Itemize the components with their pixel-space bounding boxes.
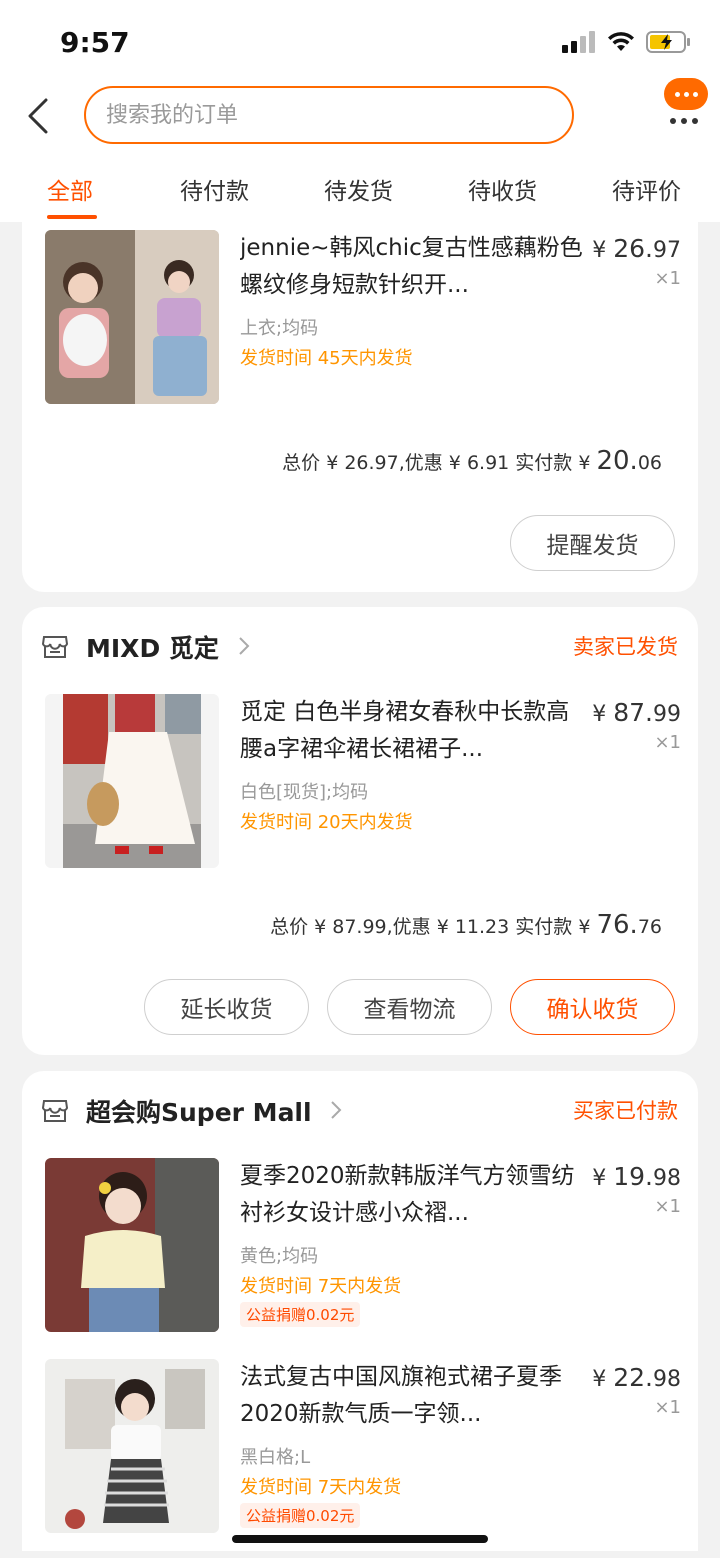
order-item[interactable]: 法式复古中国风旗袍式裙子夏季2020新款气质一字领... ¥ 22.98 ×1 … [45,1359,681,1534]
home-indicator[interactable] [232,1535,488,1543]
back-button[interactable] [18,94,58,138]
store-icon [42,636,68,658]
shipping-time: 发货时间 7天内发货 [240,1477,402,1498]
product-quantity: ×1 [654,1397,681,1418]
status-time: 9:57 [60,26,130,59]
tab-pending-receipt[interactable]: 待收货 [468,172,537,206]
shop-header[interactable]: 超会购Super Mall 买家已付款 [42,1093,678,1129]
remind-shipment-button[interactable]: 提醒发货 [510,515,675,571]
message-bubble-icon[interactable] [664,78,708,110]
order-card: jennie~韩风chic复古性感藕粉色螺纹修身短款针织开... ¥ 26.97… [22,220,698,592]
order-card: MIXD 觅定 卖家已发货 觅定 白色半身裙女春秋中长款高腰a字裙伞裙长裙裙子.… [22,607,698,1055]
chevron-right-icon [331,1101,342,1119]
product-spec: 黑白格;L [240,1447,311,1468]
shop-name[interactable]: MIXD 觅定 [86,629,219,665]
store-icon [42,1100,68,1122]
tab-all[interactable]: 全部 [47,172,93,206]
signal-icon [562,31,595,53]
product-title[interactable]: 法式复古中国风旗袍式裙子夏季2020新款气质一字领... [240,1359,585,1433]
search-input[interactable] [86,88,572,142]
tab-pending-review[interactable]: 待评价 [612,172,681,206]
order-status: 买家已付款 [573,1099,678,1123]
product-price: ¥ 87.99 [592,698,681,727]
order-tabs: 全部 待付款 待发货 待收货 待评价 [0,154,720,222]
status-bar: 9:57 [0,0,720,84]
product-image[interactable] [45,1158,219,1332]
order-summary: 总价 ¥ 87.99,优惠 ¥ 11.23 实付款 ¥ 76.76 [270,910,662,940]
product-spec: 上衣;均码 [240,318,319,339]
confirm-receipt-button[interactable]: 确认收货 [510,979,675,1035]
product-price: ¥ 19.98 [592,1162,681,1191]
product-quantity: ×1 [654,1196,681,1217]
product-title[interactable]: 夏季2020新款韩版洋气方领雪纺衬衫女设计感小众褶... [240,1158,585,1232]
more-button[interactable] [664,78,708,148]
shipping-time: 发货时间 20天内发货 [240,812,413,833]
order-card: 超会购Super Mall 买家已付款 夏季2020新款韩版洋气方领雪纺衬衫女设… [22,1071,698,1551]
wifi-icon [608,32,634,51]
shop-header[interactable]: MIXD 觅定 卖家已发货 [42,629,678,665]
order-summary: 总价 ¥ 26.97,优惠 ¥ 6.91 实付款 ¥ 20.06 [282,446,662,476]
order-status: 卖家已发货 [573,635,678,659]
battery-charging-icon [646,31,690,53]
header [0,78,720,154]
product-image[interactable] [45,694,219,868]
order-item[interactable]: jennie~韩风chic复古性感藕粉色螺纹修身短款针织开... ¥ 26.97… [45,230,681,405]
search-box[interactable] [84,86,574,144]
shipping-time: 发货时间 7天内发货 [240,1276,402,1297]
product-image[interactable] [45,230,219,404]
extend-receipt-button[interactable]: 延长收货 [144,979,309,1035]
order-item[interactable]: 觅定 白色半身裙女春秋中长款高腰a字裙伞裙长裙裙子... ¥ 87.99 ×1 … [45,694,681,869]
product-quantity: ×1 [654,732,681,753]
charity-badge: 公益捐赠0.02元 [240,1302,361,1327]
status-icons [562,30,692,54]
back-arrow-icon [28,98,48,134]
chevron-right-icon [239,637,250,655]
product-spec: 白色[现货];均码 [240,782,369,803]
shop-name[interactable]: 超会购Super Mall [86,1093,312,1129]
shipping-time: 发货时间 45天内发货 [240,348,413,369]
order-item[interactable]: 夏季2020新款韩版洋气方领雪纺衬衫女设计感小众褶... ¥ 19.98 ×1 … [45,1158,681,1333]
product-quantity: ×1 [654,268,681,289]
tab-active-indicator [47,215,97,219]
more-dots-icon[interactable] [670,118,698,124]
product-image[interactable] [45,1359,219,1533]
view-logistics-button[interactable]: 查看物流 [327,979,492,1035]
product-spec: 黄色;均码 [240,1246,319,1267]
tab-pending-payment[interactable]: 待付款 [180,172,249,206]
charity-badge: 公益捐赠0.02元 [240,1503,361,1528]
product-price: ¥ 22.98 [592,1363,681,1392]
product-title[interactable]: jennie~韩风chic复古性感藕粉色螺纹修身短款针织开... [240,230,585,304]
tab-pending-shipment[interactable]: 待发货 [324,172,393,206]
product-title[interactable]: 觅定 白色半身裙女春秋中长款高腰a字裙伞裙长裙裙子... [240,694,585,768]
product-price: ¥ 26.97 [592,234,681,263]
